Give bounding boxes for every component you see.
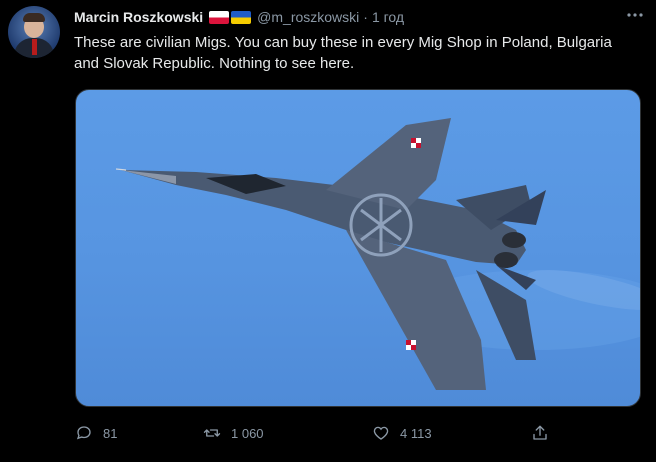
retweet-button[interactable]: 1 060 [203, 424, 264, 442]
retweet-icon [203, 429, 221, 437]
tweet-text: These are civilian Migs. You can buy the… [74, 34, 612, 72]
avatar[interactable] [8, 6, 60, 58]
tweet-header: Marcin Roszkowski @m_roszkowski · 1 год [74, 8, 404, 26]
like-icon [373, 426, 389, 440]
author-name[interactable]: Marcin Roszkowski [74, 9, 203, 25]
share-button[interactable] [531, 424, 559, 442]
author-handle[interactable]: @m_roszkowski [257, 9, 359, 25]
tweet-media-image[interactable] [75, 89, 641, 407]
reply-button[interactable]: 81 [75, 424, 117, 442]
reply-count: 81 [103, 425, 118, 441]
reply-icon [76, 426, 91, 440]
poland-flag-icon [209, 10, 230, 24]
fighter-jet-image [115, 118, 640, 390]
more-dots-graphic [627, 13, 643, 17]
avatar-tie [32, 39, 37, 55]
like-count: 4 113 [400, 425, 432, 441]
more-icon[interactable] [626, 6, 644, 29]
tweet: Marcin Roszkowski @m_roszkowski · 1 год … [0, 0, 656, 462]
like-button[interactable]: 4 113 [372, 424, 432, 442]
avatar-hair [23, 13, 45, 22]
separator-dot: · [363, 9, 368, 25]
tweet-actions: 81 1 060 4 113 [75, 424, 565, 444]
tweet-timestamp[interactable]: 1 год [372, 9, 404, 25]
share-icon [533, 425, 547, 440]
ukraine-flag-icon [231, 10, 252, 24]
retweet-count: 1 060 [231, 425, 264, 441]
